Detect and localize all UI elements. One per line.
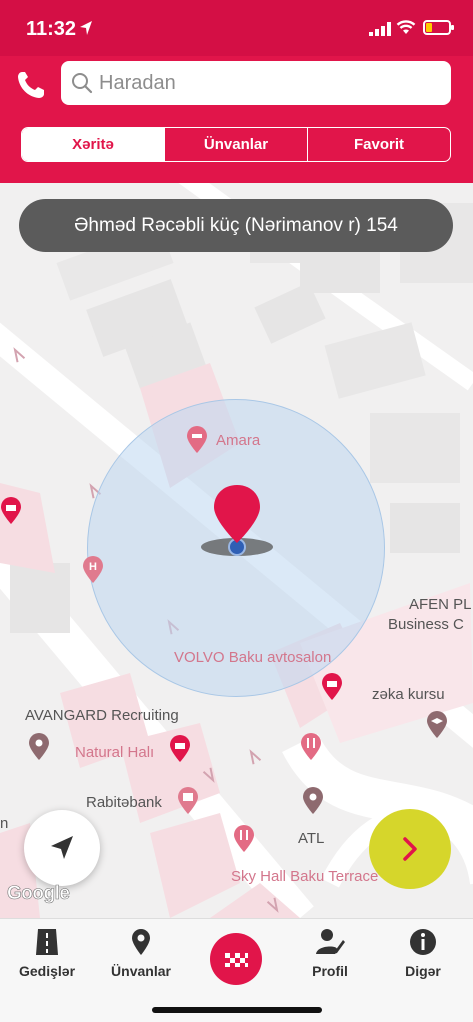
tab-addresses-label: Ünvanlar <box>111 963 171 979</box>
restaurant-poi-icon[interactable] <box>300 733 322 761</box>
poi-label-amara: Amara <box>216 432 261 449</box>
search-box[interactable] <box>61 61 451 105</box>
poi-label-avangard: AVANGARD Recruiting <box>25 707 179 724</box>
taxi-checker-icon <box>225 953 248 967</box>
search-input[interactable] <box>99 61 439 105</box>
status-bar: 11:32 <box>0 0 473 56</box>
poi-label-skyhall: Sky Hall Baku Terrace <box>231 868 379 885</box>
location-pin-icon <box>201 485 273 556</box>
chevron-right-icon <box>403 837 417 861</box>
navigation-arrow-icon <box>51 836 73 859</box>
next-button[interactable] <box>369 809 451 889</box>
search-icon <box>72 73 93 94</box>
place-poi-icon[interactable] <box>28 733 50 761</box>
phone-icon[interactable] <box>14 68 50 102</box>
view-segmented-control: Xəritə Ünvanlar Favorit <box>21 127 451 162</box>
tab-more[interactable]: Digər <box>378 927 468 979</box>
shopping-poi-icon[interactable] <box>321 673 343 701</box>
poi-label-atl: ATL <box>298 830 325 847</box>
taxi-order-button[interactable] <box>210 933 262 985</box>
tab-profile-label: Profil <box>312 963 348 979</box>
poi-label-rabitebank: Rabitəbank <box>86 794 162 811</box>
tab-bar: Gedişlər Ünvanlar Profil Digər <box>0 918 473 1022</box>
status-time: 11:32 <box>26 18 77 40</box>
map-view[interactable]: Əhməd Rəcəbli küç (Nərimanov r) 154 Amar… <box>0 183 473 918</box>
map-pin-icon <box>132 929 150 955</box>
location-arrow-icon <box>80 21 92 35</box>
restaurant-poi-icon[interactable] <box>233 825 255 853</box>
home-indicator <box>152 1007 322 1013</box>
segment-addresses[interactable]: Ünvanlar <box>164 128 307 161</box>
current-address-pill[interactable]: Əhməd Rəcəbli küç (Nərimanov r) 154 <box>19 199 453 252</box>
tab-trips-label: Gedişlər <box>18 963 76 979</box>
poi-label-afen-2: Business C <box>388 616 464 633</box>
svg-text:H: H <box>89 561 97 573</box>
wifi-icon <box>396 20 416 34</box>
poi-label-volvo: VOLVO Baku avtosalon <box>174 649 332 666</box>
cellular-signal-icon <box>369 22 391 36</box>
shopping-poi-icon[interactable] <box>169 735 191 763</box>
tab-more-label: Digər <box>405 963 441 979</box>
my-location-button[interactable] <box>24 810 100 886</box>
school-poi-icon[interactable] <box>426 711 448 739</box>
poi-label-afen-1: AFEN PL <box>409 596 472 613</box>
road-icon <box>36 929 58 955</box>
info-icon <box>410 929 436 955</box>
bank-poi-icon[interactable] <box>177 787 199 815</box>
header: 11:32 Xəritə Ünvanlar <box>0 0 473 183</box>
hospital-poi-icon[interactable]: H <box>82 556 104 584</box>
tab-profile[interactable]: Profil <box>285 927 375 979</box>
segment-map[interactable]: Xəritə <box>22 128 164 161</box>
poi-label-zeka: zəka kursu <box>372 686 445 703</box>
app-screen: 11:32 Xəritə Ünvanlar <box>0 0 473 1022</box>
poi-label-natural: Natural Halı <box>75 744 155 761</box>
shopping-poi-icon[interactable] <box>0 497 22 525</box>
tab-trips[interactable]: Gedişlər <box>2 927 92 979</box>
profile-edit-icon <box>316 929 345 954</box>
battery-icon <box>423 20 454 35</box>
tab-addresses[interactable]: Ünvanlar <box>96 927 186 979</box>
segment-favorites[interactable]: Favorit <box>307 128 450 161</box>
hotel-poi-icon[interactable] <box>186 426 208 454</box>
place-poi-icon[interactable] <box>302 787 324 815</box>
poi-label-edge: n <box>0 815 9 832</box>
google-logo: Google <box>7 883 71 905</box>
